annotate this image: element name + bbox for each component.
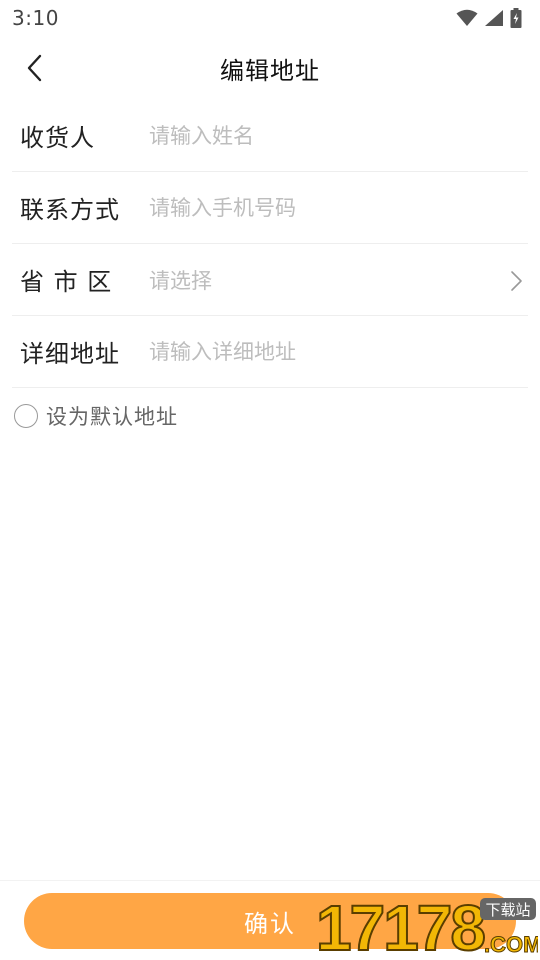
status-time: 3:10 [12, 6, 59, 30]
default-address-radio[interactable] [14, 404, 38, 428]
phone-row: 联系方式 [12, 172, 528, 244]
confirm-button[interactable]: 确认 [24, 893, 516, 949]
battery-charging-icon [510, 8, 522, 28]
address-row: 详细地址 [12, 316, 528, 388]
back-button[interactable] [12, 46, 56, 90]
phone-label: 联系方式 [20, 196, 120, 224]
chevron-left-icon [27, 54, 42, 82]
chevron-right-icon [511, 271, 522, 291]
nav-bar: 编辑地址 [0, 36, 540, 100]
address-input[interactable] [149, 331, 528, 372]
recipient-input[interactable] [149, 115, 528, 156]
status-icons [456, 8, 522, 28]
region-select-text[interactable]: 请选择 [149, 265, 528, 295]
region-row[interactable]: 省 市 区 请选择 [12, 244, 528, 316]
signal-icon [485, 10, 503, 26]
status-bar: 3:10 [0, 0, 540, 36]
phone-input[interactable] [149, 187, 528, 228]
region-label: 省 市 区 [20, 268, 113, 296]
wifi-icon [456, 9, 478, 26]
default-address-label: 设为默认地址 [46, 405, 178, 429]
recipient-row: 收货人 [12, 100, 528, 172]
bottom-bar: 确认 [0, 880, 540, 960]
address-label: 详细地址 [20, 340, 120, 368]
recipient-label: 收货人 [20, 124, 95, 152]
address-form: 收货人 联系方式 省 市 区 请选择 详细地址 [0, 100, 540, 388]
page-title: 编辑地址 [220, 56, 320, 85]
default-address-toggle[interactable]: 设为默认地址 [14, 400, 178, 432]
